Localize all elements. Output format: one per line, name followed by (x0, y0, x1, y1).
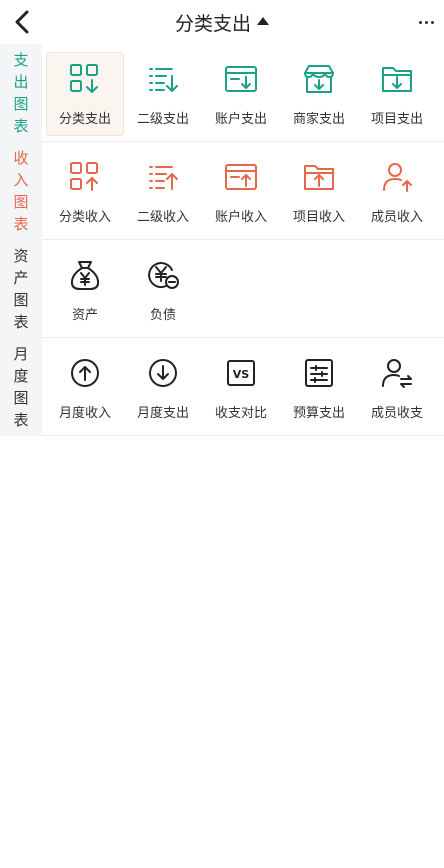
budget-sliders-icon (305, 358, 333, 387)
side-label-char: 图 (13, 291, 29, 309)
item-monthly-income[interactable]: 月度收入 (46, 346, 124, 430)
circle-arrow-up-icon (71, 358, 99, 387)
category-grid-up-icon (70, 161, 98, 191)
asset-grid: 资产 负债 (42, 240, 444, 338)
item-label: 分类收入 (58, 209, 111, 225)
side-label-char: 表 (13, 215, 29, 233)
dot (430, 20, 434, 24)
item-project-income[interactable]: 项目收入 (280, 150, 358, 234)
item-label: 二级支出 (136, 111, 189, 127)
item-label: 账户支出 (214, 111, 267, 127)
item-merchant-expense[interactable]: 商家支出 (280, 52, 358, 136)
side-label-char: 收 (13, 149, 29, 167)
item-member-income-expense[interactable]: 成员收支 (358, 346, 436, 430)
item-project-expense[interactable]: 项目支出 (358, 52, 436, 136)
item-income-expense-compare[interactable]: VS 收支对比 (202, 346, 280, 430)
side-label-char: 月 (13, 345, 29, 363)
item-label: 预算支出 (292, 405, 345, 421)
list-up-icon (149, 165, 178, 190)
sidebar-tab-income[interactable]: 收 入 图 表 (0, 142, 42, 240)
debt-coin-icon (148, 261, 179, 289)
folder-up-icon (304, 164, 334, 190)
monthly-grid: 月度收入 月度支出 VS 收支对比 预算支出 成员收支 (42, 338, 444, 436)
caret-up-icon (257, 17, 269, 25)
sidebar-tab-expense[interactable]: 支 出 图 表 (0, 44, 42, 142)
item-label: 资产 (71, 307, 98, 323)
item-secondary-expense[interactable]: 二级支出 (124, 52, 202, 136)
expense-charts-section: 支 出 图 表 分类支出 二级支出 账户支出 商家支出 项目支出 (0, 44, 444, 142)
side-label-char: 度 (13, 367, 29, 385)
sidebar-tab-assets[interactable]: 资 产 图 表 (0, 240, 42, 338)
category-grid-down-icon (70, 63, 98, 93)
income-charts-section: 收 入 图 表 分类收入 二级收入 账户收入 项目收入 成员收入 (0, 142, 444, 240)
item-label: 项目收入 (292, 209, 345, 225)
side-label-char: 出 (13, 73, 29, 91)
item-member-income[interactable]: 成员收入 (358, 150, 436, 234)
vs-icon: VS (227, 359, 255, 386)
side-label-char: 资 (13, 247, 29, 265)
item-category-expense[interactable]: 分类支出 (46, 52, 124, 136)
account-card-up-icon (225, 163, 257, 190)
list-down-icon (149, 67, 178, 92)
item-label: 收支对比 (214, 405, 267, 421)
item-label: 分类支出 (58, 111, 111, 127)
dot (424, 20, 428, 24)
circle-arrow-down-icon (149, 358, 177, 387)
member-up-icon (383, 162, 412, 192)
side-label-char: 支 (13, 51, 29, 69)
item-budget-expense[interactable]: 预算支出 (280, 346, 358, 430)
member-exchange-icon (382, 358, 412, 388)
side-label-char: 图 (13, 389, 29, 407)
title-dropdown[interactable]: 分类支出 (0, 0, 444, 44)
money-bag-icon (70, 260, 100, 290)
item-category-income[interactable]: 分类收入 (46, 150, 124, 234)
shop-down-icon (304, 64, 334, 93)
side-label-char: 产 (13, 269, 29, 287)
account-card-down-icon (225, 65, 257, 92)
side-label-char: 图 (13, 95, 29, 113)
item-label: 负债 (149, 307, 176, 323)
item-label: 月度支出 (136, 405, 189, 421)
vs-icon-text: VS (233, 368, 250, 381)
income-grid: 分类收入 二级收入 账户收入 项目收入 成员收入 (42, 142, 444, 240)
more-button[interactable] (414, 16, 438, 28)
item-label: 成员收入 (370, 209, 423, 225)
side-label-char: 入 (13, 171, 29, 189)
item-label: 商家支出 (292, 111, 345, 127)
item-label: 成员收支 (370, 405, 423, 421)
item-assets[interactable]: 资产 (46, 248, 124, 332)
item-label: 项目支出 (370, 111, 423, 127)
item-label: 二级收入 (136, 209, 189, 225)
item-secondary-income[interactable]: 二级收入 (124, 150, 202, 234)
asset-charts-section: 资 产 图 表 资产 负债 (0, 240, 444, 338)
monthly-charts-section: 月 度 图 表 月度收入 月度支出 VS 收支对比 预算支出 成员收支 (0, 338, 444, 436)
item-label: 账户收入 (214, 209, 267, 225)
item-account-income[interactable]: 账户收入 (202, 150, 280, 234)
side-label-char: 图 (13, 193, 29, 211)
item-account-expense[interactable]: 账户支出 (202, 52, 280, 136)
sidebar-tab-monthly[interactable]: 月 度 图 表 (0, 338, 42, 436)
expense-grid: 分类支出 二级支出 账户支出 商家支出 项目支出 (42, 44, 444, 142)
header: 分类支出 (0, 0, 444, 44)
page-title: 分类支出 (174, 12, 251, 35)
item-label: 月度收入 (58, 405, 111, 421)
side-label-char: 表 (13, 313, 29, 331)
side-label-char: 表 (13, 117, 29, 135)
folder-down-icon (382, 66, 412, 92)
side-label-char: 表 (13, 411, 29, 429)
item-monthly-expense[interactable]: 月度支出 (124, 346, 202, 430)
dot (418, 20, 422, 24)
item-liabilities[interactable]: 负债 (124, 248, 202, 332)
